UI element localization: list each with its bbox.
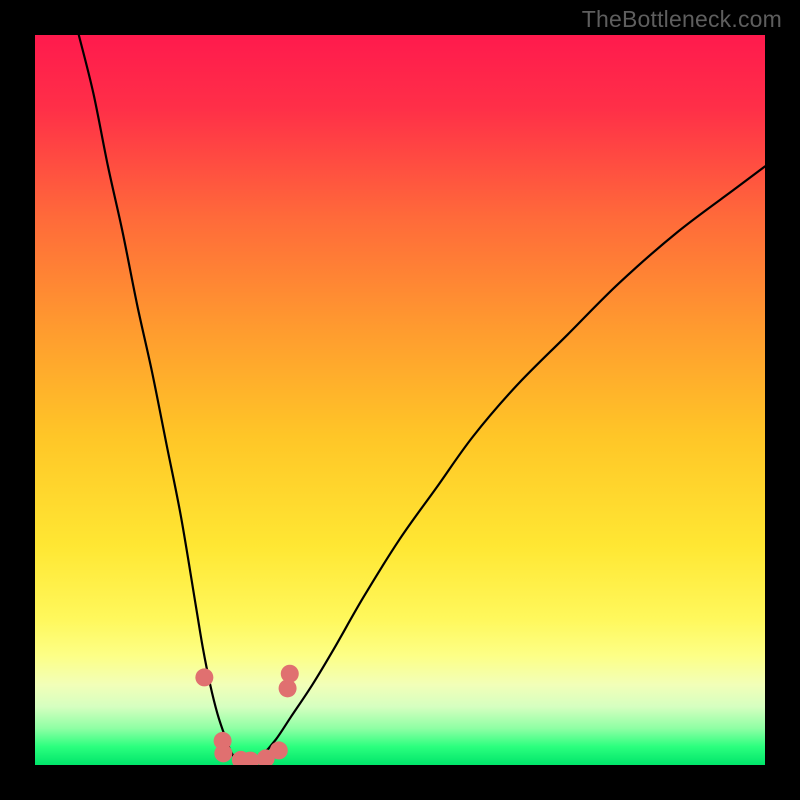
data-marker — [270, 741, 288, 759]
plot-area — [35, 35, 765, 765]
curve-right-branch — [254, 166, 765, 761]
watermark-text: TheBottleneck.com — [582, 6, 782, 33]
chart-frame: TheBottleneck.com — [0, 0, 800, 800]
data-marker — [281, 665, 299, 683]
data-marker — [214, 744, 232, 762]
curve-left-branch — [79, 35, 240, 761]
data-marker — [195, 668, 213, 686]
curve-layer — [35, 35, 765, 765]
data-markers — [195, 665, 298, 765]
